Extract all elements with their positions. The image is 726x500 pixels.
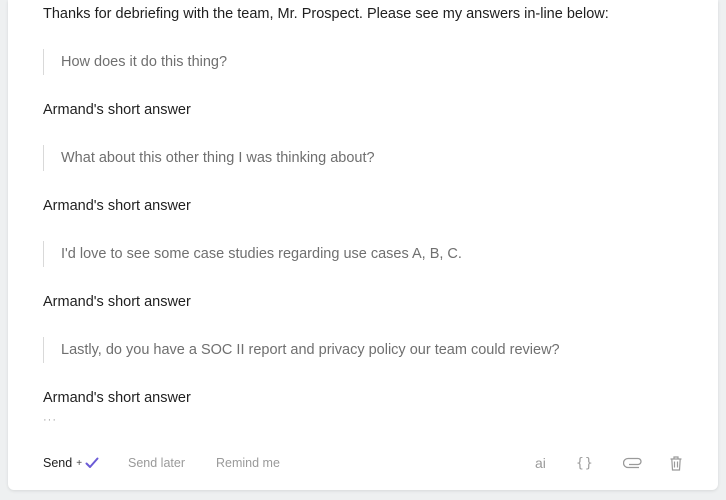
quoted-question: What about this other thing I was thinki… bbox=[43, 145, 375, 171]
quoted-question: Lastly, do you have a SOC II report and … bbox=[43, 337, 560, 363]
email-reply-card: Thanks for debriefing with the team, Mr.… bbox=[8, 0, 718, 490]
send-label: Send bbox=[43, 456, 73, 470]
quoted-question: I'd love to see some case studies regard… bbox=[43, 241, 462, 267]
trash-icon[interactable] bbox=[670, 452, 682, 474]
snippet-button[interactable]: {} bbox=[576, 452, 594, 474]
quoted-question: How does it do this thing? bbox=[43, 49, 227, 75]
answer-text: Armand's short answer bbox=[43, 102, 191, 118]
compose-toolbar: Send + Send later Remind me ai {} bbox=[43, 452, 688, 474]
send-plus: + bbox=[76, 457, 83, 469]
answer-text: Armand's short answer bbox=[43, 198, 191, 214]
ai-button[interactable]: ai bbox=[535, 452, 546, 474]
remind-me-button[interactable]: Remind me bbox=[216, 456, 280, 470]
answer-text: Armand's short answer bbox=[43, 294, 191, 310]
send-later-button[interactable]: Send later bbox=[128, 456, 185, 470]
show-trimmed-content-button[interactable]: ··· bbox=[43, 414, 57, 426]
paperclip-icon[interactable] bbox=[623, 452, 643, 474]
answer-text: Armand's short answer bbox=[43, 390, 191, 406]
check-icon bbox=[85, 457, 99, 469]
send-button[interactable]: Send + bbox=[43, 456, 99, 470]
intro-text: Thanks for debriefing with the team, Mr.… bbox=[43, 6, 609, 22]
